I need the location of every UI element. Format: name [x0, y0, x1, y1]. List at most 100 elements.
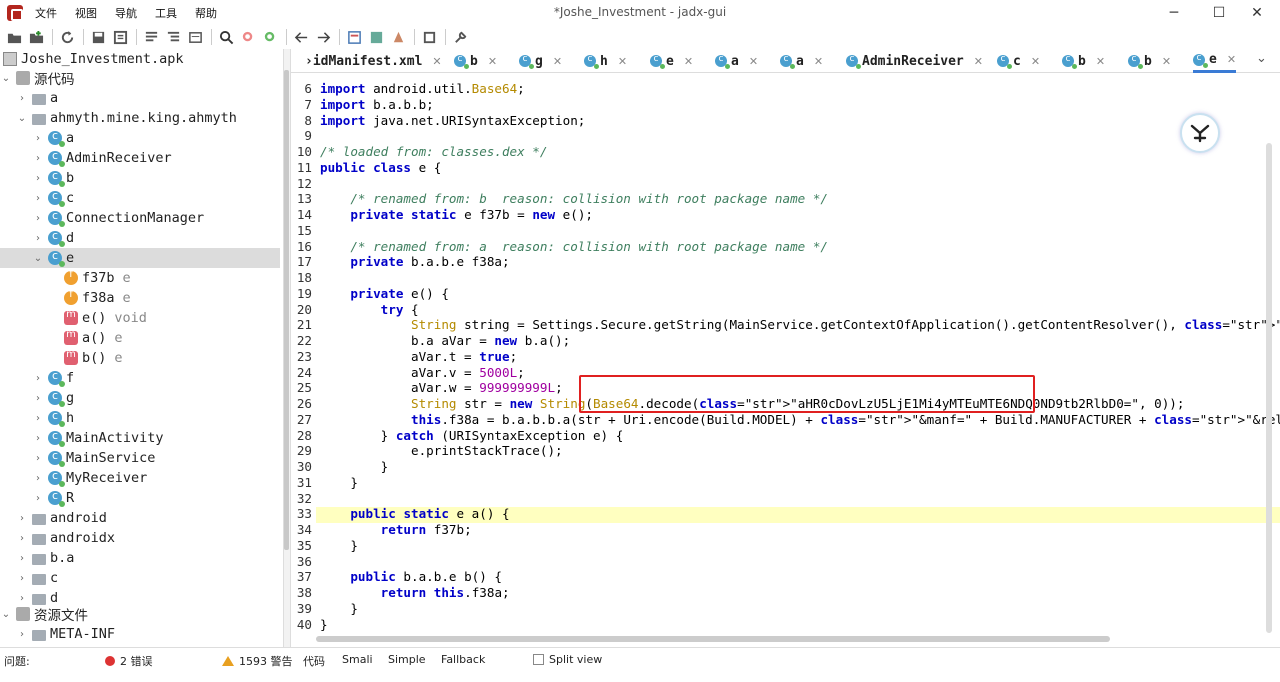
tree-item[interactable]: › b.a: [0, 548, 280, 568]
chevron-down-icon[interactable]: ⌄: [16, 113, 28, 124]
editor-tab[interactable]: e✕: [650, 49, 693, 73]
chevron-right-icon[interactable]: ›: [32, 493, 44, 504]
editor-tab[interactable]: g✕: [519, 49, 562, 73]
editor-tab[interactable]: AdminReceiver ✕: [846, 49, 983, 73]
open-folder-icon[interactable]: [4, 27, 24, 47]
chevron-right-icon[interactable]: ›: [32, 413, 44, 424]
code-line[interactable]: try {: [320, 302, 419, 317]
editor-tab[interactable]: c✕: [997, 49, 1040, 73]
menu-file[interactable]: 文件: [33, 3, 59, 23]
code-line[interactable]: }: [320, 475, 358, 490]
chevron-right-icon[interactable]: ›: [32, 433, 44, 444]
chevron-right-icon[interactable]: ›: [16, 573, 28, 584]
quark-icon[interactable]: [388, 27, 408, 47]
tree-item-meta-inf[interactable]: › META-INF: [0, 624, 280, 644]
tree-item[interactable]: ›g: [0, 388, 280, 408]
close-tab-icon[interactable]: ✕: [488, 55, 497, 68]
menu-help[interactable]: 帮助: [193, 3, 219, 23]
deobfuscation-icon[interactable]: [366, 27, 386, 47]
close-tab-icon[interactable]: ✕: [1227, 53, 1236, 66]
close-tab-icon[interactable]: ✕: [974, 55, 983, 68]
chevron-right-icon[interactable]: ›: [32, 193, 44, 204]
chevron-right-icon[interactable]: ›: [16, 93, 28, 104]
tree-item[interactable]: › AdminReceiver: [0, 148, 280, 168]
editor-tab[interactable]: e✕: [1193, 49, 1237, 73]
code-line[interactable]: e.printStackTrace();: [320, 443, 563, 458]
code-line[interactable]: }: [320, 538, 358, 553]
code-line[interactable]: /* renamed from: b reason: collision wit…: [320, 191, 828, 206]
code-line[interactable]: return f37b;: [320, 522, 472, 537]
chevron-right-icon[interactable]: ›: [16, 553, 28, 564]
tree-item[interactable]: ›f: [0, 368, 280, 388]
editor-vertical-scrollbar[interactable]: [1266, 143, 1272, 633]
chevron-right-icon[interactable]: ›: [32, 473, 44, 484]
tree-source-root[interactable]: ⌄ 源代码: [0, 68, 280, 88]
code-line[interactable]: import android.util.Base64;: [320, 81, 525, 96]
tree-item[interactable]: › MainService: [0, 448, 280, 468]
close-tab-icon[interactable]: ✕: [749, 55, 758, 68]
tree-item[interactable]: f38a e: [0, 288, 280, 308]
chevron-right-icon[interactable]: ›: [32, 393, 44, 404]
close-tab-icon[interactable]: ✕: [814, 55, 823, 68]
editor-tab[interactable]: ›idManifest.xml ✕: [305, 49, 442, 73]
minimize-button[interactable]: ─: [1151, 0, 1197, 25]
menu-tools[interactable]: 工具: [153, 3, 179, 23]
code-line[interactable]: }: [320, 617, 328, 632]
tree-item[interactable]: › ConnectionManager: [0, 208, 280, 228]
code-line[interactable]: String string = Settings.Secure.getStrin…: [320, 317, 1280, 332]
editor-tab[interactable]: b✕: [1062, 49, 1105, 73]
chevron-right-icon[interactable]: ›: [16, 533, 28, 544]
chevron-down-icon[interactable]: ⌄: [32, 253, 44, 264]
tree-item[interactable]: ›R: [0, 488, 280, 508]
tree-item[interactable]: ›a: [0, 88, 280, 108]
find-class-icon[interactable]: [238, 27, 258, 47]
close-tab-icon[interactable]: ✕: [684, 55, 693, 68]
code-line[interactable]: public static e a() {: [320, 506, 509, 521]
tree-item[interactable]: › MyReceiver: [0, 468, 280, 488]
code-line[interactable]: public class e {: [320, 160, 441, 175]
view-tab-fallback[interactable]: Fallback: [441, 653, 485, 666]
editor-tab[interactable]: h✕: [584, 49, 627, 73]
view-tab-simple[interactable]: Simple: [388, 653, 426, 666]
tree-item[interactable]: › c: [0, 188, 280, 208]
code-line[interactable]: import java.net.URISyntaxException;: [320, 113, 585, 128]
code-line[interactable]: }: [320, 459, 389, 474]
preferences-icon[interactable]: [450, 27, 470, 47]
tree-item[interactable]: › c: [0, 568, 280, 588]
close-tab-icon[interactable]: ✕: [1096, 55, 1105, 68]
log-icon[interactable]: [419, 27, 439, 47]
search-icon[interactable]: [216, 27, 236, 47]
errors-indicator[interactable]: 2 错误: [105, 653, 153, 669]
chevron-right-icon[interactable]: ›: [32, 153, 44, 164]
code-line[interactable]: aVar.v = 5000L;: [320, 365, 525, 380]
code-line[interactable]: /* loaded from: classes.dex */: [320, 144, 547, 159]
code-line[interactable]: private static e f37b = new e();: [320, 207, 593, 222]
close-tab-icon[interactable]: ✕: [618, 55, 627, 68]
close-tab-icon[interactable]: ✕: [553, 55, 562, 68]
chevron-right-icon[interactable]: ›: [32, 373, 44, 384]
tree-item[interactable]: ⌄e: [0, 248, 280, 268]
chevron-right-icon[interactable]: ›: [16, 629, 28, 640]
tree-item[interactable]: e() void: [0, 308, 280, 328]
view-tab-smali[interactable]: Smali: [342, 653, 373, 666]
refresh-icon[interactable]: [57, 27, 77, 47]
code-line[interactable]: import b.a.b.b;: [320, 97, 434, 112]
tree-item[interactable]: a() e: [0, 328, 280, 348]
editor-tab[interactable]: a✕: [715, 49, 758, 73]
chevron-down-icon[interactable]: ⌄: [0, 609, 12, 620]
split-view-toggle[interactable]: Split view: [533, 653, 602, 666]
forward-icon[interactable]: [313, 27, 333, 47]
view-tab-code[interactable]: 代码: [303, 653, 325, 669]
tree-item[interactable]: f37b e: [0, 268, 280, 288]
tree-scrollbar[interactable]: [284, 70, 289, 550]
code-line[interactable]: return this.f38a;: [320, 585, 510, 600]
close-window-button[interactable]: ✕: [1234, 0, 1280, 25]
code-line[interactable]: private e() {: [320, 286, 449, 301]
menu-navigation[interactable]: 导航: [113, 3, 139, 23]
chevron-right-icon[interactable]: ›: [32, 133, 44, 144]
chevron-right-icon[interactable]: ›: [16, 593, 28, 604]
add-file-icon[interactable]: [26, 27, 46, 47]
sync-tree-icon[interactable]: [163, 27, 183, 47]
chevron-right-icon[interactable]: ›: [32, 213, 44, 224]
tabs-overflow-icon[interactable]: ⌄: [1256, 51, 1267, 66]
